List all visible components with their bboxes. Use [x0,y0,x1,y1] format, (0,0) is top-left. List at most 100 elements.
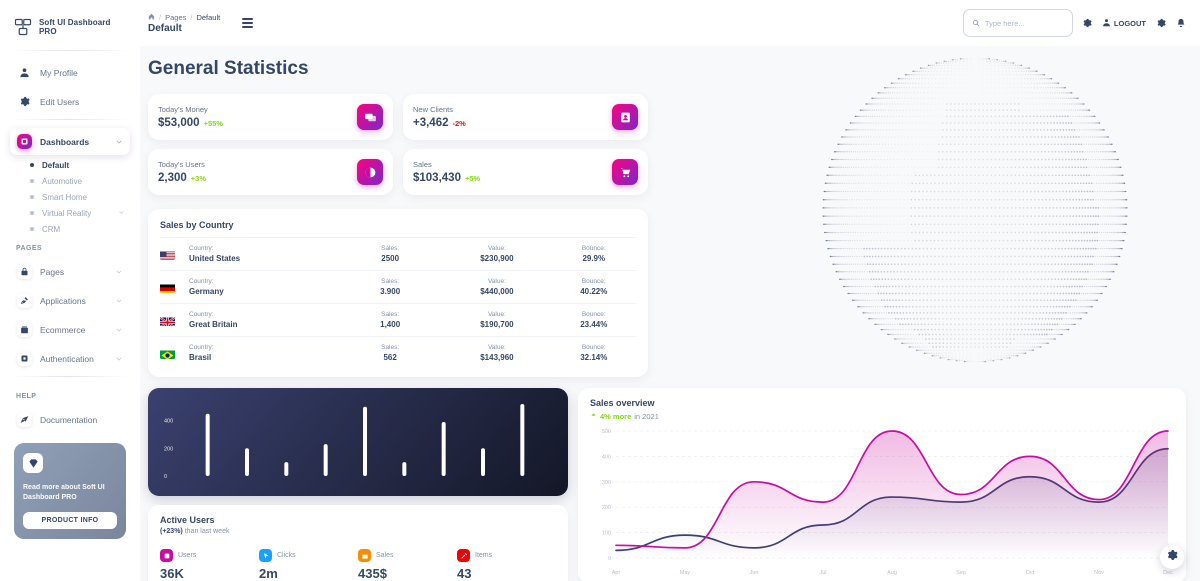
column-header-country: Country: [189,278,214,285]
gear-icon [1166,548,1178,566]
cell-country: Great Britain [189,320,238,329]
sidebar-item-edit-users[interactable]: Edit Users [10,88,130,115]
sidebar-item-label: Applications [40,295,86,306]
search-input[interactable] [984,18,1064,28]
sidebar-subitem-smart-home[interactable]: Smart Home [22,189,132,205]
sidebar-subitem-label: Automotive [42,176,83,186]
chevron-down-icon [118,209,126,217]
sidebar-item-ecommerce[interactable]: Ecommerce [10,316,130,343]
brand[interactable]: Soft UI Dashboard PRO [8,12,132,46]
applications-icon [17,293,32,308]
app-root: Soft UI Dashboard PRO My Profile Edit Us… [0,0,1200,581]
svg-text:Apr: Apr [612,570,621,576]
sidebar-subitem-label: Virtual Reality [42,208,92,218]
breadcrumb-separator: / [159,12,162,22]
table-row[interactable]: Country: Brasil Sales: 562 Value: $143,960 … [160,336,636,369]
cell-value: $230,900 [480,254,514,263]
metric-value: 435$ [358,566,387,581]
content-area: General Statistics Today's Money $53,000… [140,46,1200,581]
product-info-button[interactable]: PRODUCT INFO [23,512,117,530]
stat-cards-row-2: Today's Users 2,300 +3% Sales $103,430 +… [148,149,1192,204]
stat-value: 2,300 [158,172,187,184]
gear-icon [17,94,32,109]
svg-text:Aug: Aug [887,570,897,576]
bullet-icon [30,227,34,231]
svg-text:500: 500 [602,429,611,435]
sidebar-item-pages[interactable]: Pages [10,258,130,285]
sidebar-item-authentication[interactable]: Authentication [10,345,130,372]
card-subtitle: (+23%) than last week [160,528,556,535]
hamburger-icon[interactable] [242,18,254,28]
gear-icon[interactable] [1155,18,1166,29]
column-header-value: Value: [487,344,506,351]
users-icon [160,549,173,562]
column-header-value: Value: [487,245,506,252]
promo-card: Read more about Soft UI Dashboard PRO PR… [14,443,126,540]
cursor-icon [259,549,272,562]
diamond-icon [23,453,43,473]
stat-delta: -2% [452,119,466,128]
cell-sales: 2500 [381,254,400,263]
stat-label: New Clients [413,105,454,114]
sidebar-item-applications[interactable]: Applications [10,287,130,314]
stat-card-todays-money[interactable]: Today's Money $53,000 +55% [148,94,393,140]
svg-text:200: 200 [164,446,173,452]
column-header-country: Country: [189,245,214,252]
sidebar-item-dashboards[interactable]: Dashboards [10,128,130,155]
breadcrumb: / Pages / Default Default [148,13,220,34]
sidebar-subitem-default[interactable]: Default [22,157,132,173]
tools-icon [457,549,470,562]
arrow-up-icon [590,412,597,421]
cell-sales: 3.900 [380,287,401,296]
column-header-sales: Sales: [381,344,400,351]
table-row[interactable]: Country: Germany Sales: 3.900 Value: $440,0… [160,270,636,303]
sidebar-subitem-label: Smart Home [42,192,87,202]
column-header-bounce: Bounce: [581,344,606,351]
gear-icon[interactable] [1082,18,1093,29]
cell-country: Germany [189,287,224,296]
sidebar-subitem-crm[interactable]: CRM [22,221,132,237]
authentication-icon [17,351,32,366]
sidebar-item-documentation[interactable]: Documentation [10,406,130,433]
stat-value: $53,000 [158,117,200,129]
metric-value: 43 [457,566,472,581]
breadcrumb-item-pages[interactable]: Pages [165,13,186,22]
stat-card-todays-users[interactable]: Today's Users 2,300 +3% [148,149,393,195]
bullet-icon [30,211,34,215]
sidebar-item-label: Documentation [40,414,98,425]
left-bottom-column: 0 200 400 Active Users (+23%) than last we… [148,388,568,581]
overview-delta: 4% more [600,412,632,421]
card-subtitle: 4% more in 2021 [590,412,1174,421]
metric-label: Clicks [277,552,296,559]
svg-text:200: 200 [602,505,611,511]
stat-card-new-clients[interactable]: New Clients +3,462 -2% [403,94,648,140]
cart-icon [612,159,638,185]
users-globe-icon [357,159,383,185]
settings-fab-button[interactable] [1160,545,1184,569]
active-users-metrics: Users 36K Clicks 2m Sales 435$ Items 43 [160,549,556,581]
bell-icon[interactable] [1175,18,1186,29]
dashboard-icon [17,134,32,149]
stat-card-sales[interactable]: Sales $103,430 +5% [403,149,648,195]
svg-text:Sep: Sep [956,570,966,576]
user-icon [1102,18,1111,29]
table-row[interactable]: Country: Great Britain Sales: 1,400 Value:… [160,303,636,336]
sidebar-item-my-profile[interactable]: My Profile [10,59,130,86]
metric-value: 36K [160,566,184,581]
metric-value: 2m [259,566,278,581]
card-title: Active Users [160,515,215,525]
sidebar-subitem-automotive[interactable]: Automotive [22,173,132,189]
breadcrumb-item-default: Default [196,12,221,22]
topbar: / Pages / Default Default Type here... L… [140,0,1200,46]
sidebar-subitem-virtual-reality[interactable]: Virtual Reality [22,205,132,221]
search-box[interactable] [962,9,1073,37]
ecommerce-icon [17,322,32,337]
chevron-down-icon [115,268,123,276]
logout-button[interactable]: LOGOUT [1102,18,1146,29]
home-icon[interactable] [148,13,155,22]
column-header-sales: Sales: [381,311,400,318]
table-row[interactable]: Country: United States Sales: 2500 Value: $… [160,237,636,270]
brand-name: Soft UI Dashboard PRO [39,18,111,36]
card-title: Sales by Country [160,220,234,230]
stat-cards-row-1: Today's Money $53,000 +55% New Clients +… [148,94,1192,149]
